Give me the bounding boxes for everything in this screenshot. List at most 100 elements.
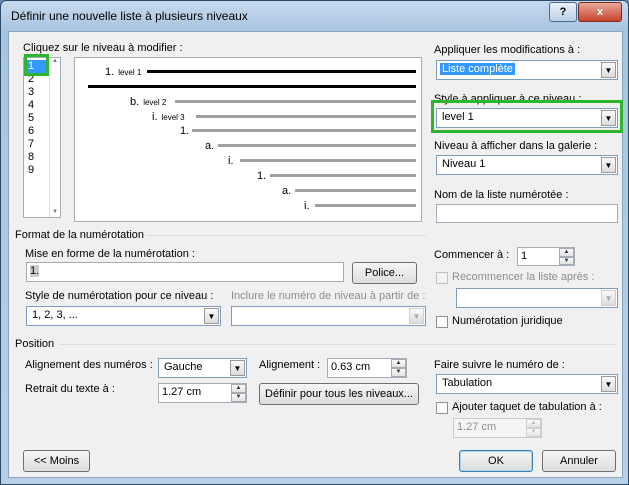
preview-level-label: i. level 3 — [152, 111, 185, 123]
preview-pane: 1. level 1 b. level 2 i. level 3 1. a. i. 1. a. i. — [74, 57, 422, 222]
gallery-dropdown[interactable]: Niveau 1 ▼ — [436, 155, 618, 175]
chevron-down-icon[interactable]: ▼ — [409, 308, 424, 324]
level-list[interactable]: 123456789 ▲ ▼ — [23, 57, 61, 218]
level-list-label: Cliquez sur le niveau à modifier : — [23, 42, 183, 54]
tab-stop-spinner[interactable]: 1.27 cm ▲ ▼ — [453, 418, 542, 438]
preview-level-label: i. — [304, 200, 310, 212]
level-list-item[interactable]: 4 — [24, 99, 48, 112]
preview-style-tag: level 1 — [118, 68, 142, 77]
dialog-window: Définir une nouvelle liste à plusieurs n… — [0, 0, 629, 485]
spin-up-icon[interactable]: ▲ — [231, 384, 246, 393]
spin-down-icon[interactable]: ▼ — [231, 393, 246, 402]
preview-number: i. — [152, 111, 158, 123]
mise-label: Mise en forme de la numérotation : — [25, 248, 195, 260]
start-at-spinner[interactable]: 1 ▲ ▼ — [517, 247, 575, 266]
restart-dropdown[interactable]: ▼ — [456, 288, 618, 308]
spin-up-icon[interactable]: ▲ — [559, 248, 574, 257]
preview-number: 1. — [105, 66, 115, 78]
section-divider — [146, 235, 426, 236]
numbering-style-label: Style de numérotation pour ce niveau : — [25, 290, 214, 302]
spin-down-icon[interactable]: ▼ — [526, 428, 541, 437]
level-list-item[interactable]: 3 — [24, 86, 48, 99]
chevron-down-icon[interactable]: ▼ — [601, 290, 616, 306]
less-button[interactable]: << Moins — [23, 450, 90, 472]
preview-level-label: 1. level 1 — [105, 66, 141, 78]
restart-checkbox[interactable] — [436, 272, 448, 284]
legal-numbering-checkbox[interactable] — [436, 316, 448, 328]
tab-stop-value: 1.27 cm — [457, 421, 497, 433]
scroll-down-icon[interactable]: ▼ — [50, 209, 60, 215]
cancel-button[interactable]: Annuler — [542, 450, 616, 472]
number-alignment-label: Alignement des numéros : — [25, 359, 153, 371]
preview-line — [196, 115, 416, 118]
chevron-down-icon[interactable]: ▼ — [601, 157, 616, 173]
preview-line — [88, 85, 416, 88]
font-button[interactable]: Police... — [352, 262, 417, 284]
level-list-item[interactable]: 6 — [24, 125, 48, 138]
scroll-up-icon[interactable]: ▲ — [50, 58, 60, 64]
chevron-down-icon[interactable]: ▼ — [230, 360, 245, 376]
follow-number-dropdown[interactable]: Tabulation ▼ — [436, 374, 618, 394]
level-list-item[interactable]: 9 — [24, 164, 48, 177]
spin-up-icon[interactable]: ▲ — [526, 419, 541, 428]
preview-number: a. — [205, 140, 215, 152]
preview-number: i. — [228, 155, 234, 167]
preview-level-label: a. — [205, 140, 214, 152]
help-button[interactable]: ? — [549, 2, 577, 22]
start-at-value: 1 — [521, 250, 528, 262]
apply-value: Liste complète — [440, 63, 515, 75]
chevron-down-icon[interactable]: ▼ — [601, 376, 616, 392]
format-section-title: Format de la numérotation — [15, 229, 145, 241]
preview-number: b. — [130, 96, 140, 108]
level-list-item[interactable]: 7 — [24, 138, 48, 151]
spin-down-icon[interactable]: ▼ — [559, 256, 574, 265]
numbering-style-dropdown[interactable]: 1, 2, 3, ... ▼ — [26, 306, 221, 326]
close-button[interactable]: x — [578, 2, 622, 22]
number-format-input[interactable]: 1. — [26, 262, 344, 282]
title-bar[interactable]: Définir une nouvelle liste à plusieurs n… — [1, 1, 628, 31]
preview-line — [218, 144, 416, 147]
chevron-down-icon[interactable]: ▼ — [204, 308, 219, 324]
gallery-label: Niveau à afficher dans la galerie : — [434, 140, 598, 152]
preview-number: 1. — [257, 170, 267, 182]
preview-line — [147, 70, 416, 73]
level-list-scrollbar[interactable]: ▲ ▼ — [49, 58, 60, 217]
number-format-value: 1. — [30, 265, 40, 277]
follow-number-label: Faire suivre le numéro de : — [434, 359, 565, 371]
ok-button[interactable]: OK — [459, 450, 533, 472]
preview-number: a. — [282, 185, 292, 197]
list-name-input[interactable] — [436, 204, 618, 223]
text-indent-value: 1.27 cm — [162, 386, 202, 398]
numbering-style-value: 1, 2, 3, ... — [32, 309, 78, 321]
text-indent-label: Retrait du texte à : — [25, 383, 115, 395]
level-list-item[interactable]: 8 — [24, 151, 48, 164]
preview-line — [315, 204, 416, 207]
preview-level-label: 1. — [257, 170, 266, 182]
section-divider — [59, 344, 616, 345]
set-all-levels-button[interactable]: Définir pour tous les niveaux... — [259, 383, 419, 405]
aligned-at-spinner[interactable]: 0.63 cm ▲ ▼ — [327, 358, 407, 378]
spin-down-icon[interactable]: ▼ — [391, 368, 406, 377]
apply-dropdown[interactable]: Liste complète ▼ — [436, 60, 618, 80]
tab-stop-checkbox[interactable] — [436, 402, 448, 414]
preview-line — [295, 189, 416, 192]
follow-number-value: Tabulation — [442, 377, 493, 389]
chevron-down-icon[interactable]: ▼ — [601, 62, 616, 78]
preview-style-tag: level 2 — [143, 98, 167, 107]
preview-level-label: 1. — [180, 125, 189, 137]
number-alignment-dropdown[interactable]: Gauche ▼ — [158, 358, 247, 378]
gallery-value: Niveau 1 — [442, 158, 486, 170]
window-title: Définir une nouvelle liste à plusieurs n… — [11, 9, 248, 23]
include-level-label: Inclure le numéro de niveau à partir de … — [231, 290, 426, 302]
level-list-item[interactable]: 5 — [24, 112, 48, 125]
preview-line — [270, 174, 416, 177]
preview-line — [192, 129, 416, 132]
preview-line — [240, 159, 416, 162]
include-level-dropdown[interactable]: ▼ — [231, 306, 426, 326]
aligned-at-value: 0.63 cm — [331, 361, 371, 373]
start-at-label: Commencer à : — [434, 249, 510, 261]
text-indent-spinner[interactable]: 1.27 cm ▲ ▼ — [158, 383, 247, 403]
preview-number: i. — [304, 200, 310, 212]
spin-up-icon[interactable]: ▲ — [391, 359, 406, 368]
aligned-at-label: Alignement : — [259, 359, 321, 371]
